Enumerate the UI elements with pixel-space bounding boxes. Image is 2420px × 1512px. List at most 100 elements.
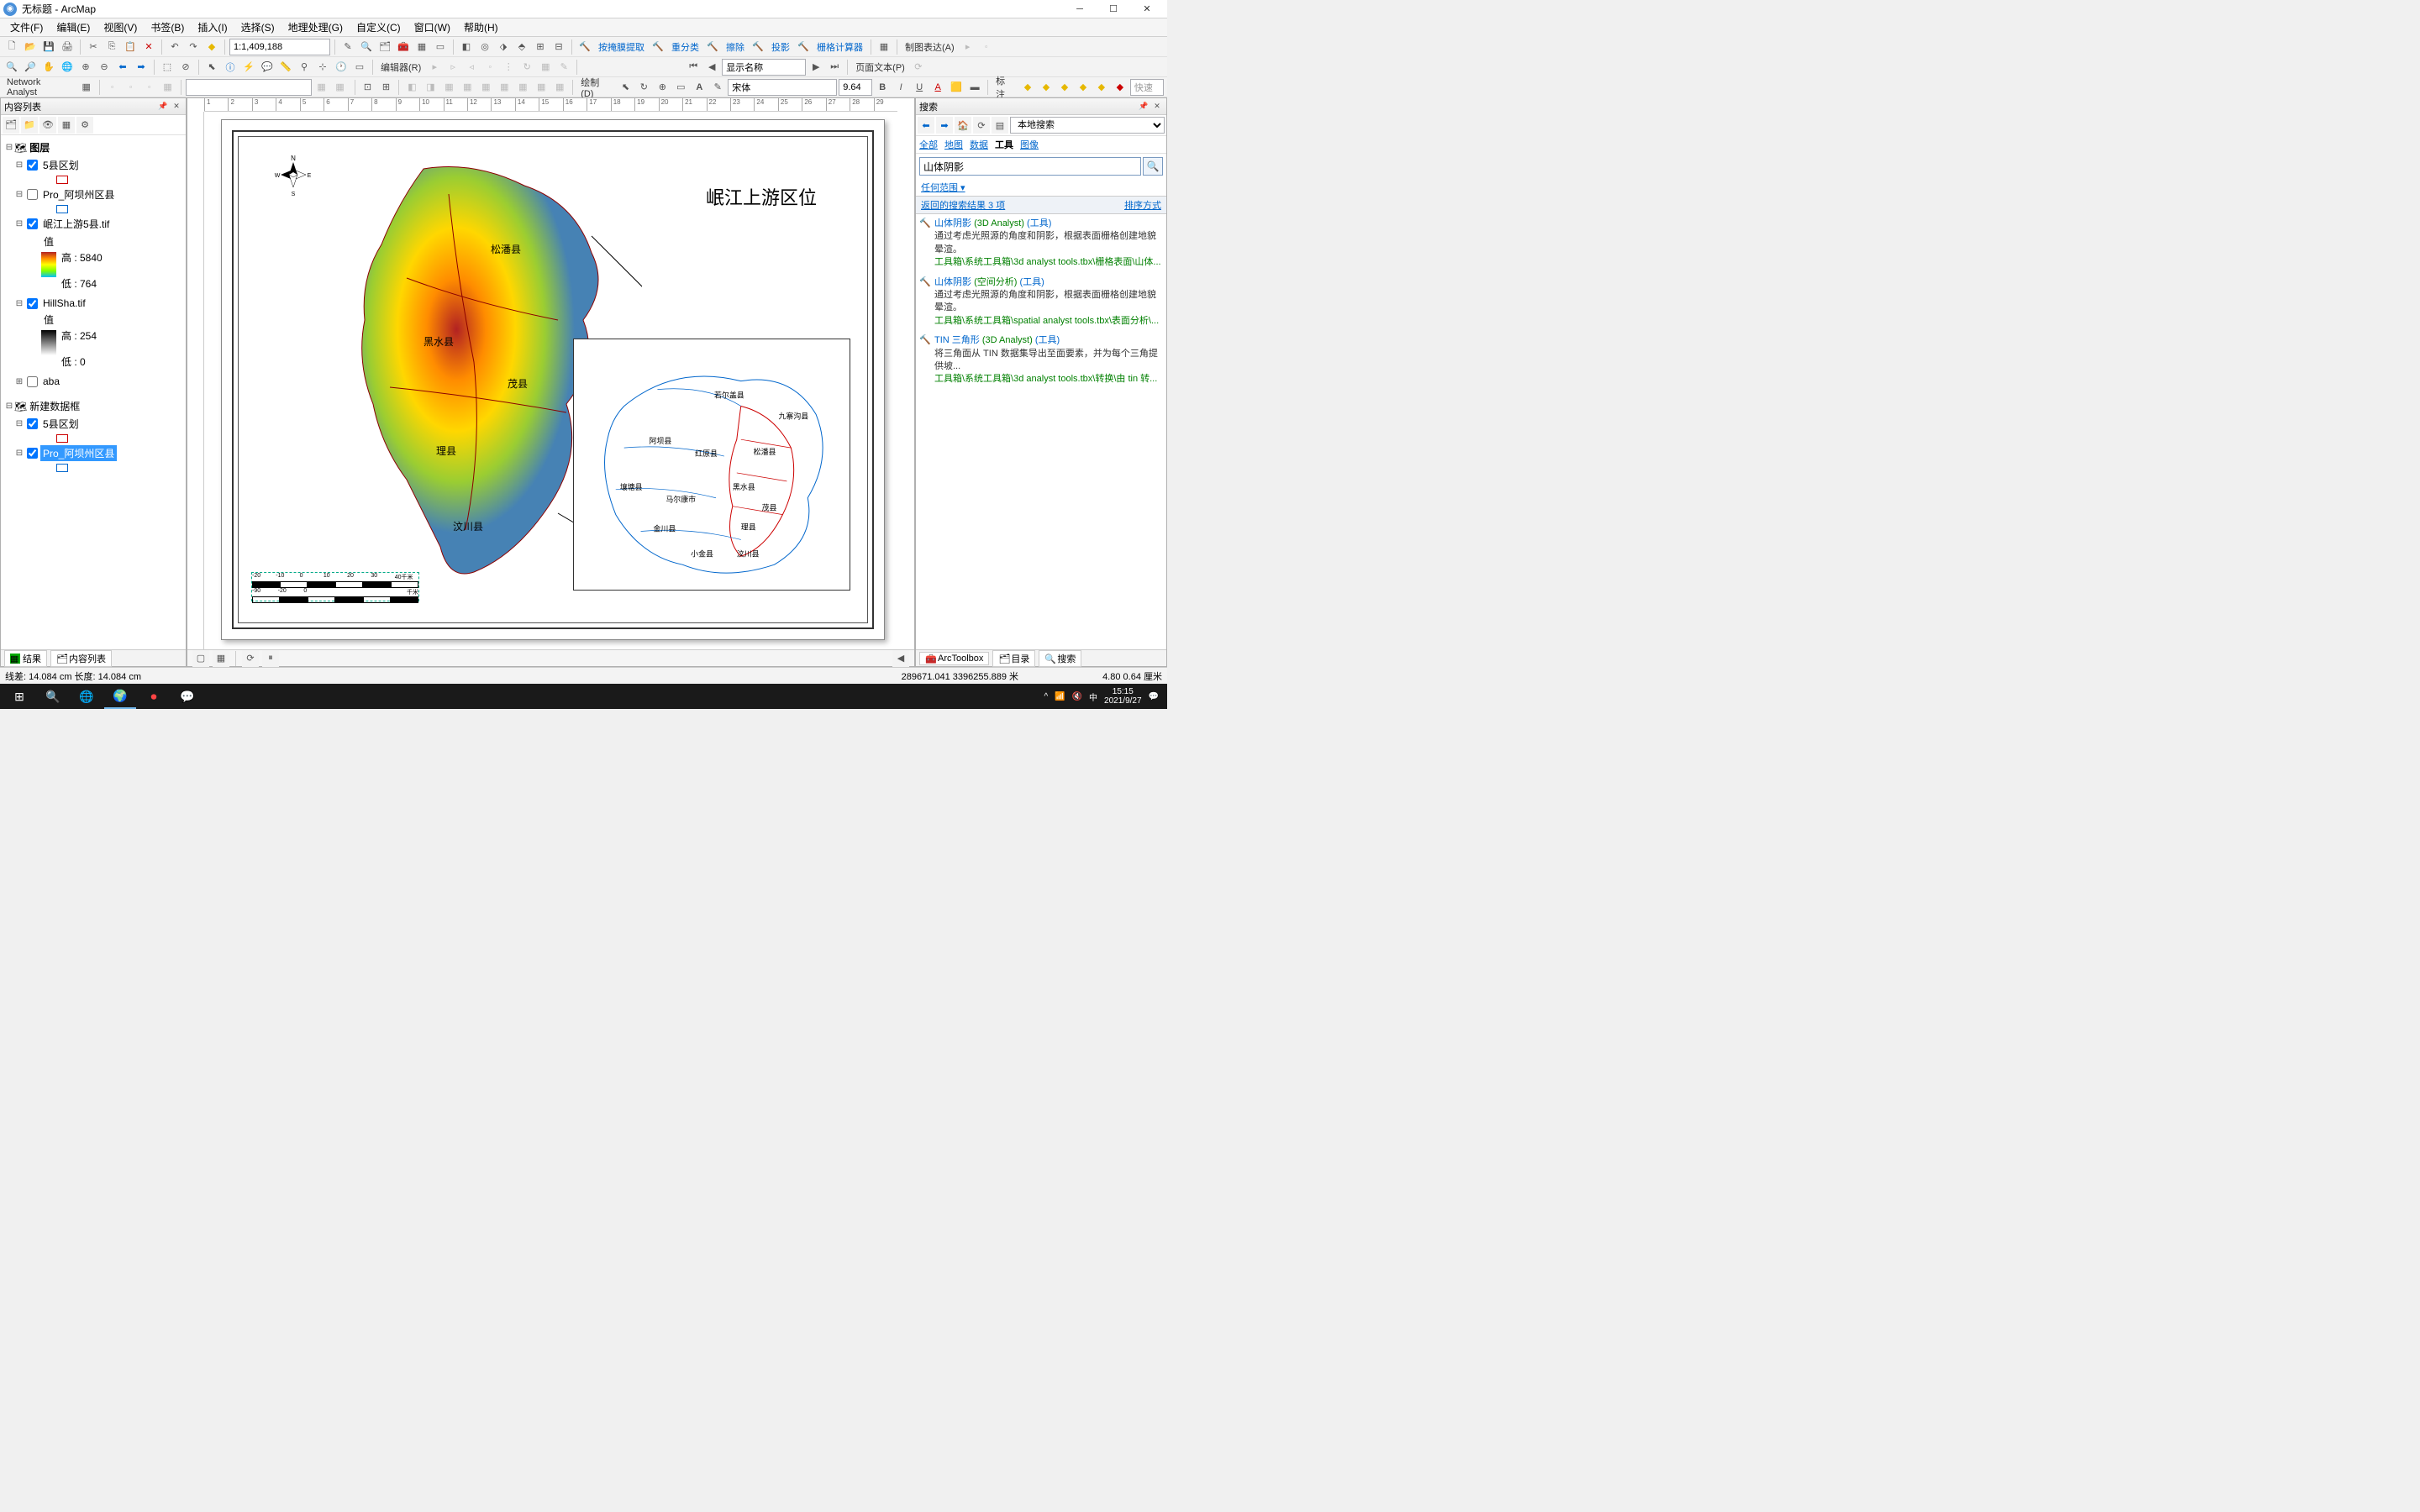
network-analyst-menu[interactable]: Network Analyst bbox=[3, 77, 76, 97]
layer-hillshade[interactable]: HillSha.tif bbox=[40, 297, 88, 310]
buffer-icon[interactable]: ◎ bbox=[476, 39, 493, 55]
tray-network-icon[interactable]: 📶 bbox=[1055, 692, 1065, 701]
reclassify-label[interactable]: 重分类 bbox=[668, 40, 702, 54]
start-button[interactable]: ⊞ bbox=[3, 684, 35, 709]
map-title[interactable]: 岷江上游区位 bbox=[706, 183, 817, 210]
close-button[interactable]: ✕ bbox=[1130, 0, 1164, 18]
index-icon[interactable]: ⟳ bbox=[973, 117, 990, 134]
symbol-5county-2[interactable] bbox=[56, 434, 68, 443]
ramp-color[interactable] bbox=[41, 252, 56, 277]
forward-icon[interactable]: ➡ bbox=[936, 117, 953, 134]
tray-ime[interactable]: 中 bbox=[1089, 690, 1097, 703]
options-icon[interactable]: ▤ bbox=[992, 117, 1008, 134]
georef-icon[interactable]: ▦ bbox=[876, 39, 892, 55]
tab-catalog[interactable]: 🗂目录 bbox=[992, 650, 1035, 667]
next-extent-icon[interactable]: ➡ bbox=[133, 59, 150, 76]
clear-selection-icon[interactable]: ⊘ bbox=[177, 59, 194, 76]
html-popup-icon[interactable]: 💬 bbox=[259, 59, 276, 76]
chrome-icon[interactable]: 🌐 bbox=[71, 684, 103, 709]
select-elements-icon[interactable]: ⬉ bbox=[617, 79, 634, 96]
tab-toc[interactable]: 🗂内容列表 bbox=[50, 650, 112, 667]
edit-vertices-icon[interactable]: ✎ bbox=[709, 79, 726, 96]
close-icon[interactable]: ✕ bbox=[171, 101, 182, 113]
toc-tree[interactable]: ⊟🗺图层 ⊟5县区划 ⊟Pro_阿坝州区县 ⊟岷江上游5县.tif 值 高 : … bbox=[1, 135, 186, 649]
tab-arctoolbox[interactable]: 🧰ArcToolbox bbox=[919, 652, 989, 665]
arcmap-icon[interactable]: 🌍 bbox=[104, 684, 136, 709]
goto-xy-icon[interactable]: ⊹ bbox=[314, 59, 331, 76]
map-canvas[interactable]: 1234567891011121314151617181920212223242… bbox=[187, 97, 915, 667]
wechat-icon[interactable]: 💬 bbox=[171, 684, 203, 709]
dd-next-icon[interactable]: ▶ bbox=[808, 59, 824, 76]
scale-combo[interactable] bbox=[229, 39, 330, 55]
minimize-button[interactable]: ─ bbox=[1063, 0, 1097, 18]
na-layer-combo[interactable] bbox=[186, 79, 312, 96]
carto-rep-label[interactable]: 制图表达(A) bbox=[902, 40, 958, 54]
editor-menu[interactable]: 编辑器(R) bbox=[377, 60, 424, 74]
scope-combo[interactable]: 本地搜索 bbox=[1010, 117, 1165, 134]
font-size-combo[interactable] bbox=[839, 79, 872, 96]
sort-by[interactable]: 排序方式 bbox=[1124, 198, 1161, 212]
layer-cb-aba[interactable] bbox=[27, 376, 38, 387]
bold-button[interactable]: B bbox=[874, 79, 891, 96]
copy-button[interactable]: ⎘ bbox=[103, 39, 120, 55]
tray-clock[interactable]: 15:15 2021/9/27 bbox=[1104, 687, 1142, 706]
save-button[interactable]: 💾 bbox=[40, 39, 57, 55]
pan-icon[interactable]: ✋ bbox=[40, 59, 57, 76]
find-icon[interactable]: 🔍 bbox=[358, 39, 375, 55]
data-view-icon[interactable]: ▢ bbox=[192, 650, 209, 667]
italic-button[interactable]: I bbox=[892, 79, 909, 96]
layer-cb-pro-aba-2[interactable] bbox=[27, 448, 38, 459]
merge-icon[interactable]: ⊞ bbox=[532, 39, 549, 55]
menu-geoprocessing[interactable]: 地理处理(G) bbox=[281, 18, 350, 36]
font-color-button[interactable]: A bbox=[929, 79, 946, 96]
tab-images[interactable]: 图像 bbox=[1020, 138, 1039, 151]
dataframe-layers[interactable]: 图层 bbox=[27, 139, 52, 155]
search-button[interactable]: 🔍 bbox=[1143, 157, 1163, 176]
zoom-element-icon[interactable]: ⊕ bbox=[654, 79, 671, 96]
add-data-button[interactable]: ◆ bbox=[203, 39, 220, 55]
pause-icon[interactable]: ⏸ bbox=[262, 650, 279, 667]
list-by-selection-icon[interactable]: ▦ bbox=[58, 117, 75, 134]
list-by-source-icon[interactable]: 📁 bbox=[21, 117, 38, 134]
close-icon[interactable]: ✕ bbox=[1151, 101, 1163, 113]
label-tool1-icon[interactable]: ◆ bbox=[1019, 79, 1036, 96]
pin-icon[interactable]: 📌 bbox=[157, 101, 169, 113]
select-features-icon[interactable]: ⬚ bbox=[159, 59, 176, 76]
symbol-5county[interactable] bbox=[56, 176, 68, 184]
prev-extent-icon[interactable]: ⬅ bbox=[114, 59, 131, 76]
scroll-left-icon[interactable]: ◀ bbox=[892, 650, 909, 667]
fixed-zoom-out-icon[interactable]: ⊖ bbox=[96, 59, 113, 76]
list-by-drawing-icon[interactable]: 🗂 bbox=[3, 117, 19, 134]
snapping2-icon[interactable]: ⊞ bbox=[378, 79, 395, 96]
python-icon[interactable]: ▦ bbox=[413, 39, 430, 55]
editor-tool-icon[interactable]: ✎ bbox=[339, 39, 356, 55]
menu-insert[interactable]: 插入(I) bbox=[191, 18, 234, 36]
zoom-out-icon[interactable]: 🔎 bbox=[22, 59, 39, 76]
result-item[interactable]: 山体阴影 (空间分析) (工具) 通过考虑光照源的角度和阴影，根据表面栅格创建地… bbox=[916, 273, 1166, 332]
menu-help[interactable]: 帮助(H) bbox=[457, 18, 505, 36]
time-slider-icon[interactable]: 🕐 bbox=[333, 59, 350, 76]
label-tool5-icon[interactable]: ◆ bbox=[1093, 79, 1110, 96]
layer-cb-minjiang[interactable] bbox=[27, 218, 38, 229]
print-button[interactable]: 🖨 bbox=[59, 39, 76, 55]
open-button[interactable]: 📂 bbox=[22, 39, 39, 55]
hammer-icon[interactable]: 🔨 bbox=[750, 39, 766, 55]
scope-filter[interactable]: 任何范围 ▾ bbox=[916, 179, 1166, 196]
refresh-icon[interactable]: ⟳ bbox=[242, 650, 259, 667]
underline-button[interactable]: U bbox=[911, 79, 928, 96]
label-tool3-icon[interactable]: ◆ bbox=[1056, 79, 1073, 96]
scale-bar[interactable]: -20-10010203040千米 -90-200千米 bbox=[251, 572, 419, 601]
tray-volume-icon[interactable]: 🔇 bbox=[1072, 692, 1082, 701]
clip-icon[interactable]: ◧ bbox=[458, 39, 475, 55]
search-button[interactable]: 🔍 bbox=[37, 684, 69, 709]
inset-map[interactable]: 若尔盖县 九寨沟县 阿坝县 红原县 松潘县 壤塘县 马尔康市 黑水县 茂县 金川… bbox=[573, 339, 850, 591]
measure-icon[interactable]: 📏 bbox=[277, 59, 294, 76]
layer-pro-aba-2[interactable]: Pro_阿坝州区县 bbox=[40, 445, 117, 461]
new-button[interactable]: 🗋 bbox=[3, 39, 20, 55]
menu-edit[interactable]: 编辑(E) bbox=[50, 18, 97, 36]
font-combo[interactable] bbox=[728, 79, 837, 96]
layer-cb-hillshade[interactable] bbox=[27, 298, 38, 309]
delete-button[interactable]: ✕ bbox=[140, 39, 157, 55]
result-item[interactable]: 山体阴影 (3D Analyst) (工具) 通过考虑光照源的角度和阴影，根据表… bbox=[916, 214, 1166, 273]
label-menu[interactable]: 标注 bbox=[992, 74, 1018, 101]
